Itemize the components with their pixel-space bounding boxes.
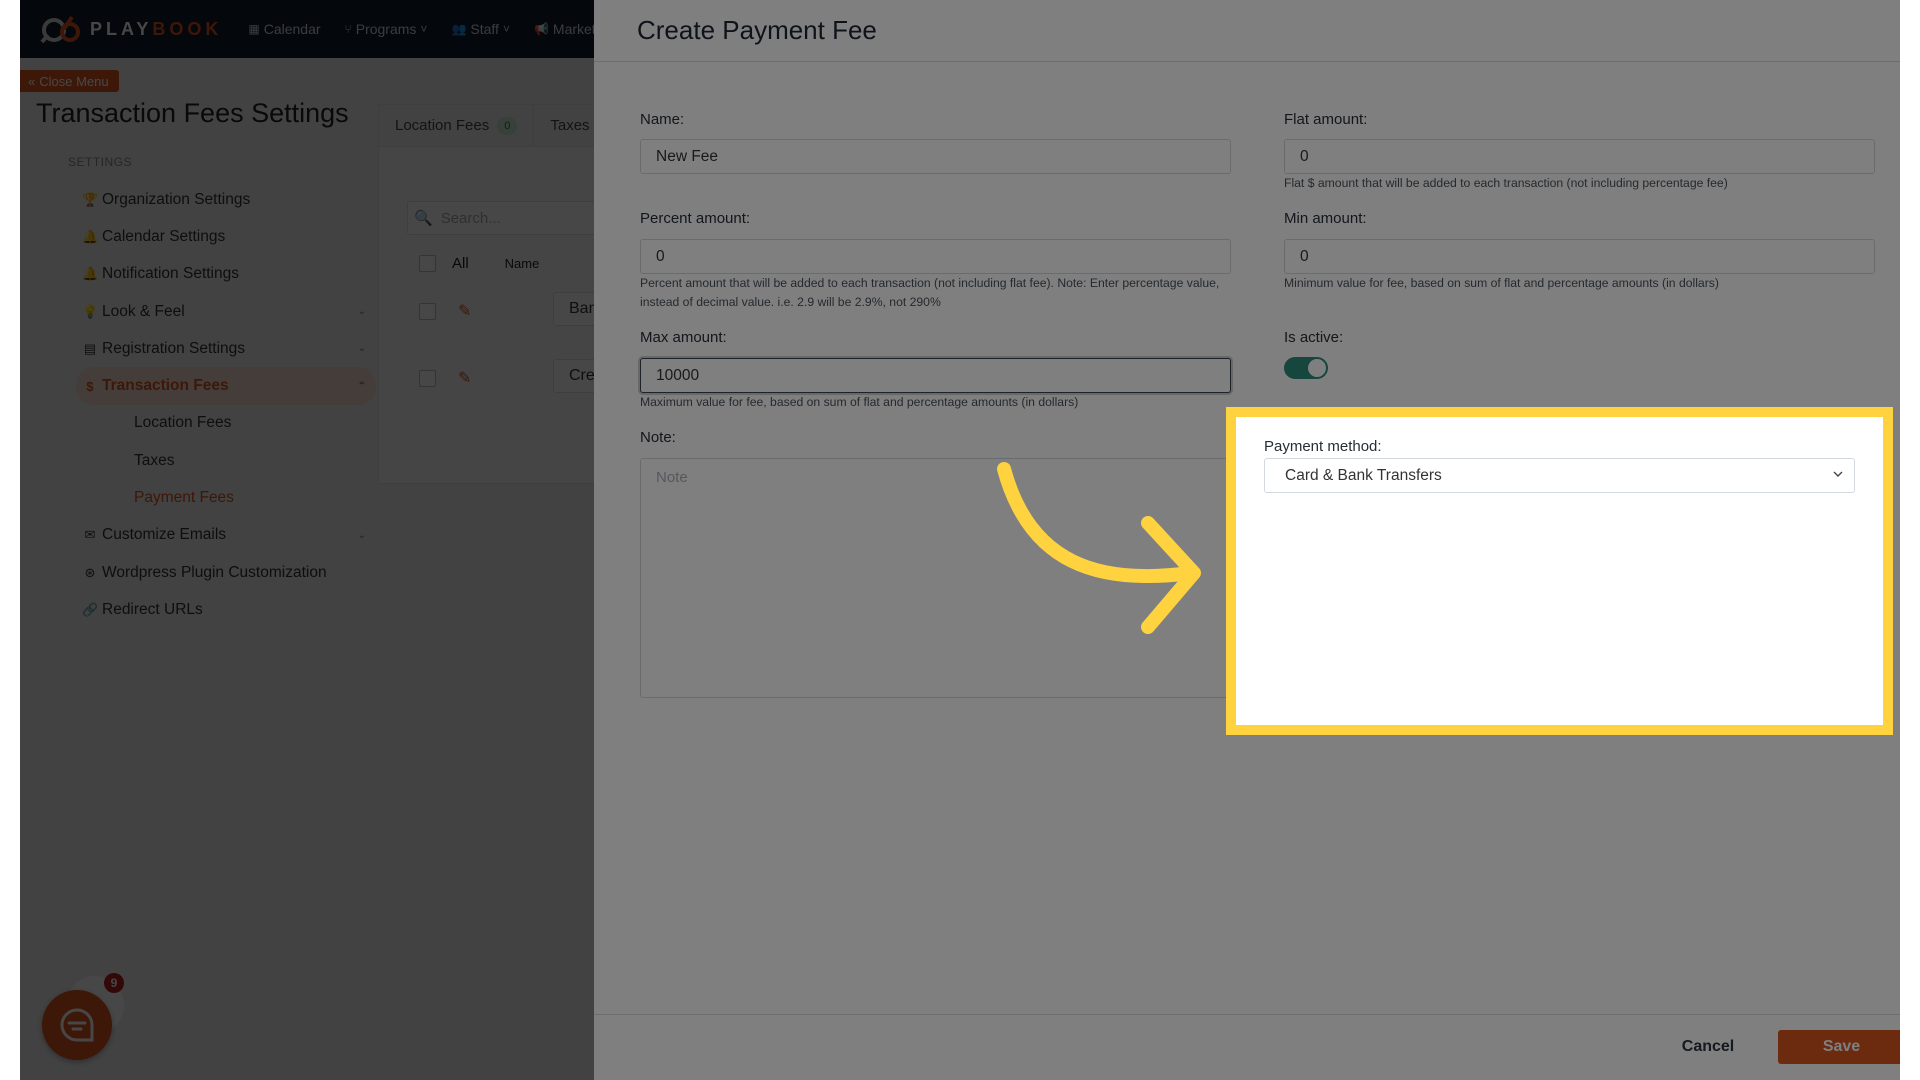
panel-title: Create Payment Fee — [637, 15, 877, 45]
flat-amount-label: Flat amount: — [1284, 111, 1368, 128]
save-button[interactable]: Save — [1778, 1030, 1900, 1064]
max-amount-input[interactable]: 10000 — [640, 358, 1231, 393]
payment-method-label: Payment method: — [1264, 438, 1382, 455]
toggle-knob — [1308, 359, 1326, 377]
note-label: Note: — [640, 429, 676, 446]
flat-amount-input[interactable]: 0 — [1284, 139, 1875, 174]
cancel-button[interactable]: Cancel — [1668, 1030, 1748, 1064]
flat-amount-help: Flat $ amount that will be added to each… — [1284, 176, 1728, 190]
callout-arrow-icon — [997, 462, 1201, 634]
percent-amount-label: Percent amount: — [640, 210, 751, 227]
name-input[interactable]: New Fee — [640, 139, 1231, 174]
name-label: Name: — [640, 111, 685, 128]
max-amount-help: Maximum value for fee, based on sum of f… — [640, 395, 1079, 409]
is-active-toggle[interactable] — [1284, 357, 1328, 379]
max-amount-label: Max amount: — [640, 329, 727, 346]
panel-header: Create Payment Fee — [594, 0, 1900, 62]
payment-method-highlight: Payment method: Card & Bank Transfers — [1226, 407, 1893, 735]
is-active-label: Is active: — [1284, 329, 1344, 346]
app-window: PLAYBOOK ▦Calendar ⑂Programs˅ 👥Staff˅ 📢M… — [20, 0, 1900, 1080]
percent-amount-help: Percent amount that will be added to eac… — [640, 276, 1220, 309]
payment-method-value: Card & Bank Transfers — [1285, 466, 1442, 484]
min-amount-input[interactable]: 0 — [1284, 239, 1875, 274]
percent-amount-input[interactable]: 0 — [640, 239, 1231, 274]
min-amount-help: Minimum value for fee, based on sum of f… — [1284, 276, 1719, 290]
chevron-down-icon — [1833, 471, 1843, 477]
payment-method-select[interactable]: Card & Bank Transfers — [1264, 458, 1855, 493]
min-amount-label: Min amount: — [1284, 210, 1367, 227]
